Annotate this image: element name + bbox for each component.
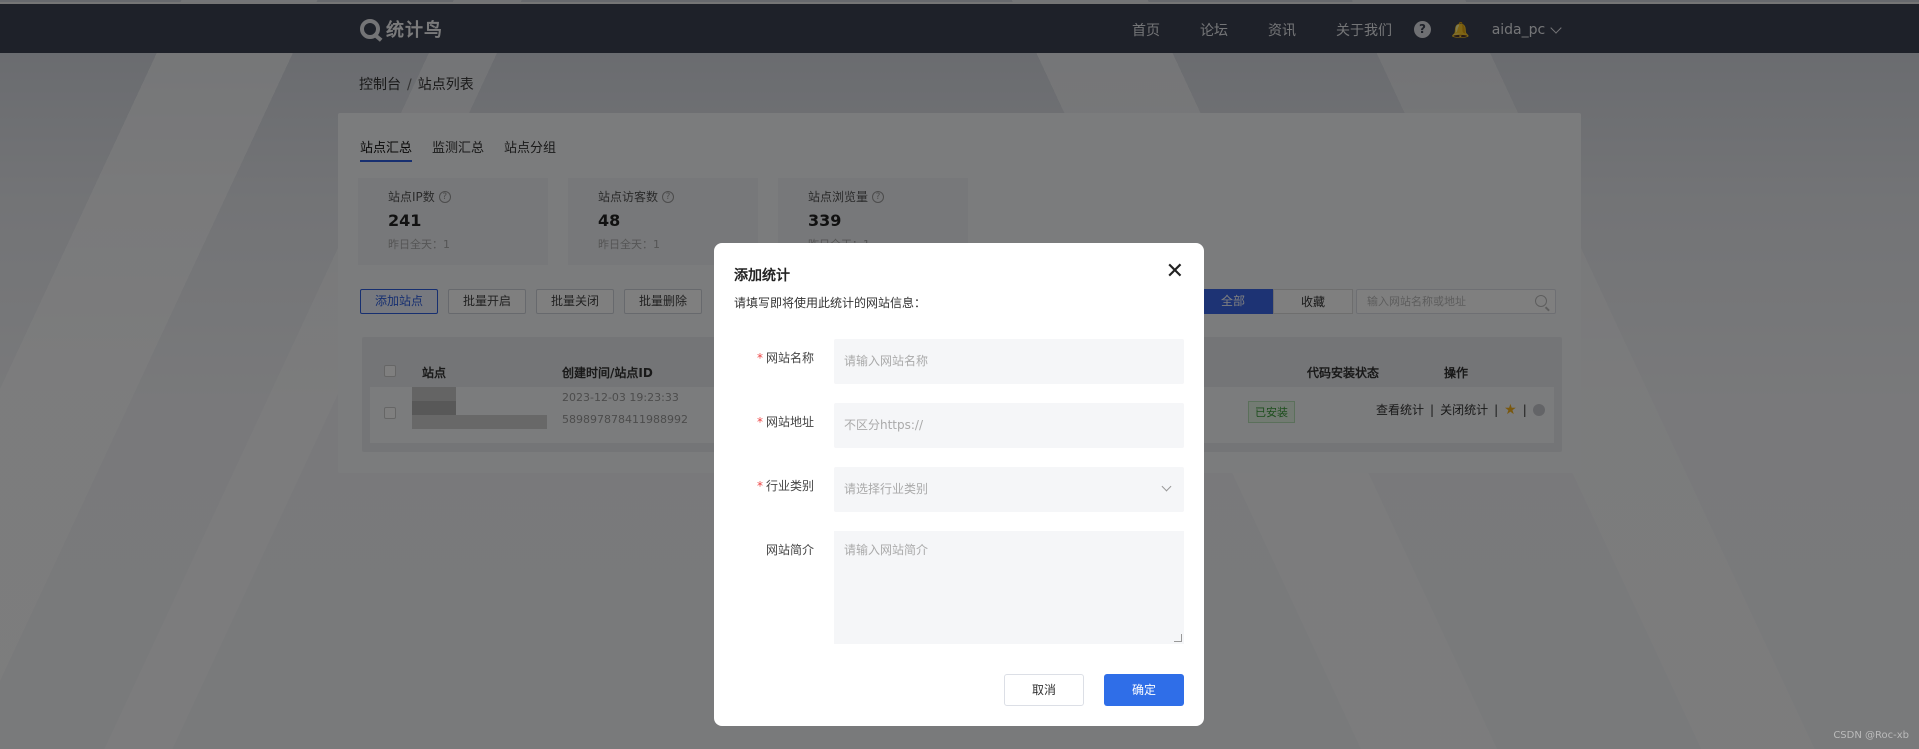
- dialog-title: 添加统计: [734, 268, 790, 284]
- industry-select[interactable]: 请选择行业类别: [834, 467, 1184, 512]
- close-icon[interactable]: ✕: [1166, 261, 1184, 283]
- cancel-button[interactable]: 取消: [1004, 674, 1084, 706]
- industry-label: * 行业类别: [756, 479, 814, 493]
- site-url-label: * 网站地址: [756, 415, 814, 429]
- chevron-down-icon: [1161, 481, 1172, 492]
- site-intro-textarea[interactable]: 请输入网站简介: [834, 531, 1184, 644]
- site-name-label: * 网站名称: [756, 351, 814, 365]
- site-url-input[interactable]: 不区分https://: [834, 403, 1184, 448]
- site-intro-label: 网站简介: [765, 543, 814, 557]
- confirm-button[interactable]: 确定: [1104, 674, 1184, 706]
- resize-handle-icon[interactable]: [1174, 634, 1182, 642]
- dialog-description: 请填写即将使用此统计的网站信息：: [734, 296, 927, 310]
- site-name-input[interactable]: 请输入网站名称: [834, 339, 1184, 384]
- add-stats-dialog: 添加统计 ✕ 请填写即将使用此统计的网站信息： * 网站名称 请输入网站名称 * 网…: [714, 243, 1204, 726]
- watermark: CSDN @Roc-xb: [1833, 730, 1909, 741]
